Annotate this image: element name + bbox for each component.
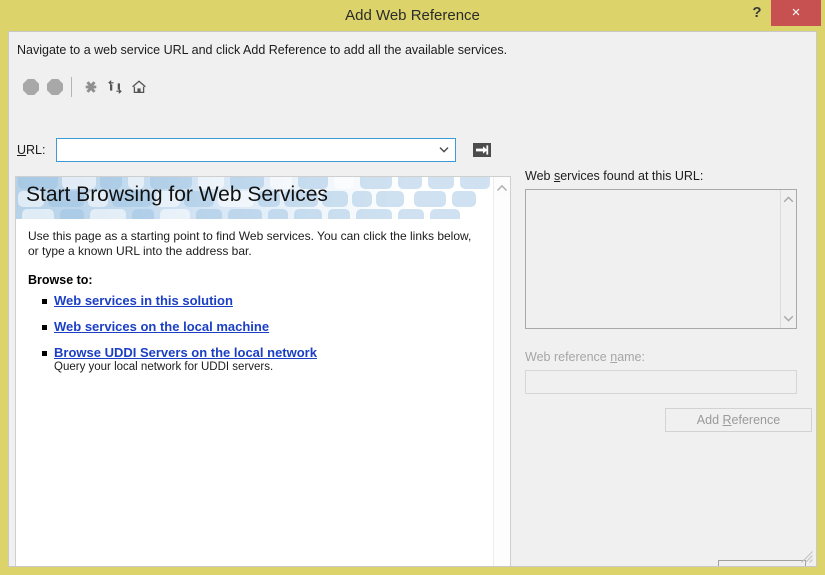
banner-tile [22,209,54,219]
help-button[interactable]: ? [743,0,771,26]
link-web-services-in-this-solution[interactable]: Web services in this solution [54,293,233,308]
banner-tile [294,209,322,219]
list-item: Browse UDDI Servers on the local network… [42,345,483,373]
refresh-icon [108,80,122,94]
title-bar: Add Web Reference ? × [0,0,825,31]
window-title: Add Web Reference [345,7,480,24]
document-banner: Start Browsing for Web Services [16,177,495,219]
banner-tile [430,209,460,219]
banner-tile [356,209,392,219]
url-input[interactable] [57,139,435,161]
banner-tile [132,209,154,219]
banner-tile [334,177,354,189]
dialog-body: Navigate to a web service URL and click … [8,31,817,567]
web-browser-content-panel: Start Browsing for Web Services Use this… [15,176,511,567]
link-web-services-on-the-local-machine[interactable]: Web services on the local machine [54,319,269,334]
browse-to-heading: Browse to: [28,273,93,287]
scroll-up-icon[interactable] [781,192,796,208]
add-web-reference-dialog: Add Web Reference ? × Navigate to a web … [0,0,825,575]
document-body: Use this page as a starting point to fin… [16,219,495,384]
banner-tile [398,209,424,219]
url-label: URL: [17,143,46,157]
services-list-scrollbar[interactable] [780,190,796,328]
url-combobox[interactable] [56,138,456,162]
list-item: Web services on the local machine [42,319,483,334]
banner-tile [352,191,372,207]
banner-tile [60,209,84,219]
forward-button[interactable] [43,74,67,100]
back-icon [23,79,39,95]
resize-grip[interactable] [800,550,814,564]
refresh-button[interactable] [103,74,127,100]
browse-to-link-list: Web services in this solution Web servic… [28,293,483,373]
banner-tile [360,177,392,189]
close-icon: × [791,4,801,21]
scroll-down-icon[interactable] [781,310,796,326]
banner-tile [90,209,126,219]
banner-tile [376,191,404,207]
home-icon [132,80,146,94]
scroll-up-icon[interactable] [494,180,510,197]
services-found-listbox[interactable] [525,189,797,329]
scroll-track[interactable] [494,197,510,566]
link-description: Query your local network for UDDI server… [54,361,274,373]
banner-tile [428,177,454,189]
chevron-down-icon[interactable] [435,139,453,161]
banner-tile [328,209,350,219]
banner-tile [452,191,476,207]
banner-tile [398,177,422,189]
navigation-toolbar [15,74,165,102]
instruction-text: Navigate to a web service URL and click … [17,43,508,57]
add-reference-button[interactable]: Add Reference [665,408,812,432]
toolbar-separator [71,77,72,97]
link-browse-uddi-servers[interactable]: Browse UDDI Servers on the local network [54,345,317,360]
content-vertical-scrollbar[interactable] [493,177,510,567]
document-banner-title: Start Browsing for Web Services [26,183,328,206]
banner-tile [228,209,262,219]
list-item: Web services in this solution [42,293,483,308]
banner-tile [460,177,490,189]
banner-tile [196,209,222,219]
banner-tile [414,191,446,207]
forward-icon [47,79,63,95]
web-reference-name-input[interactable] [525,370,797,394]
go-arrow-icon [473,143,491,157]
banner-tile [160,209,190,219]
cancel-button[interactable]: Cancel [718,560,806,566]
banner-tile [268,209,288,219]
back-button[interactable] [19,74,43,100]
go-button[interactable] [472,141,492,159]
close-button[interactable]: × [771,0,821,26]
stop-icon [85,81,97,93]
stop-button[interactable] [79,74,103,100]
scroll-down-icon[interactable] [494,566,510,567]
resize-grip-icon [801,551,813,563]
document-intro-text: Use this page as a starting point to fin… [28,229,472,258]
web-reference-name-label: Web reference name: [525,350,645,364]
services-found-label: Web services found at this URL: [525,169,704,183]
home-button[interactable] [127,74,151,100]
